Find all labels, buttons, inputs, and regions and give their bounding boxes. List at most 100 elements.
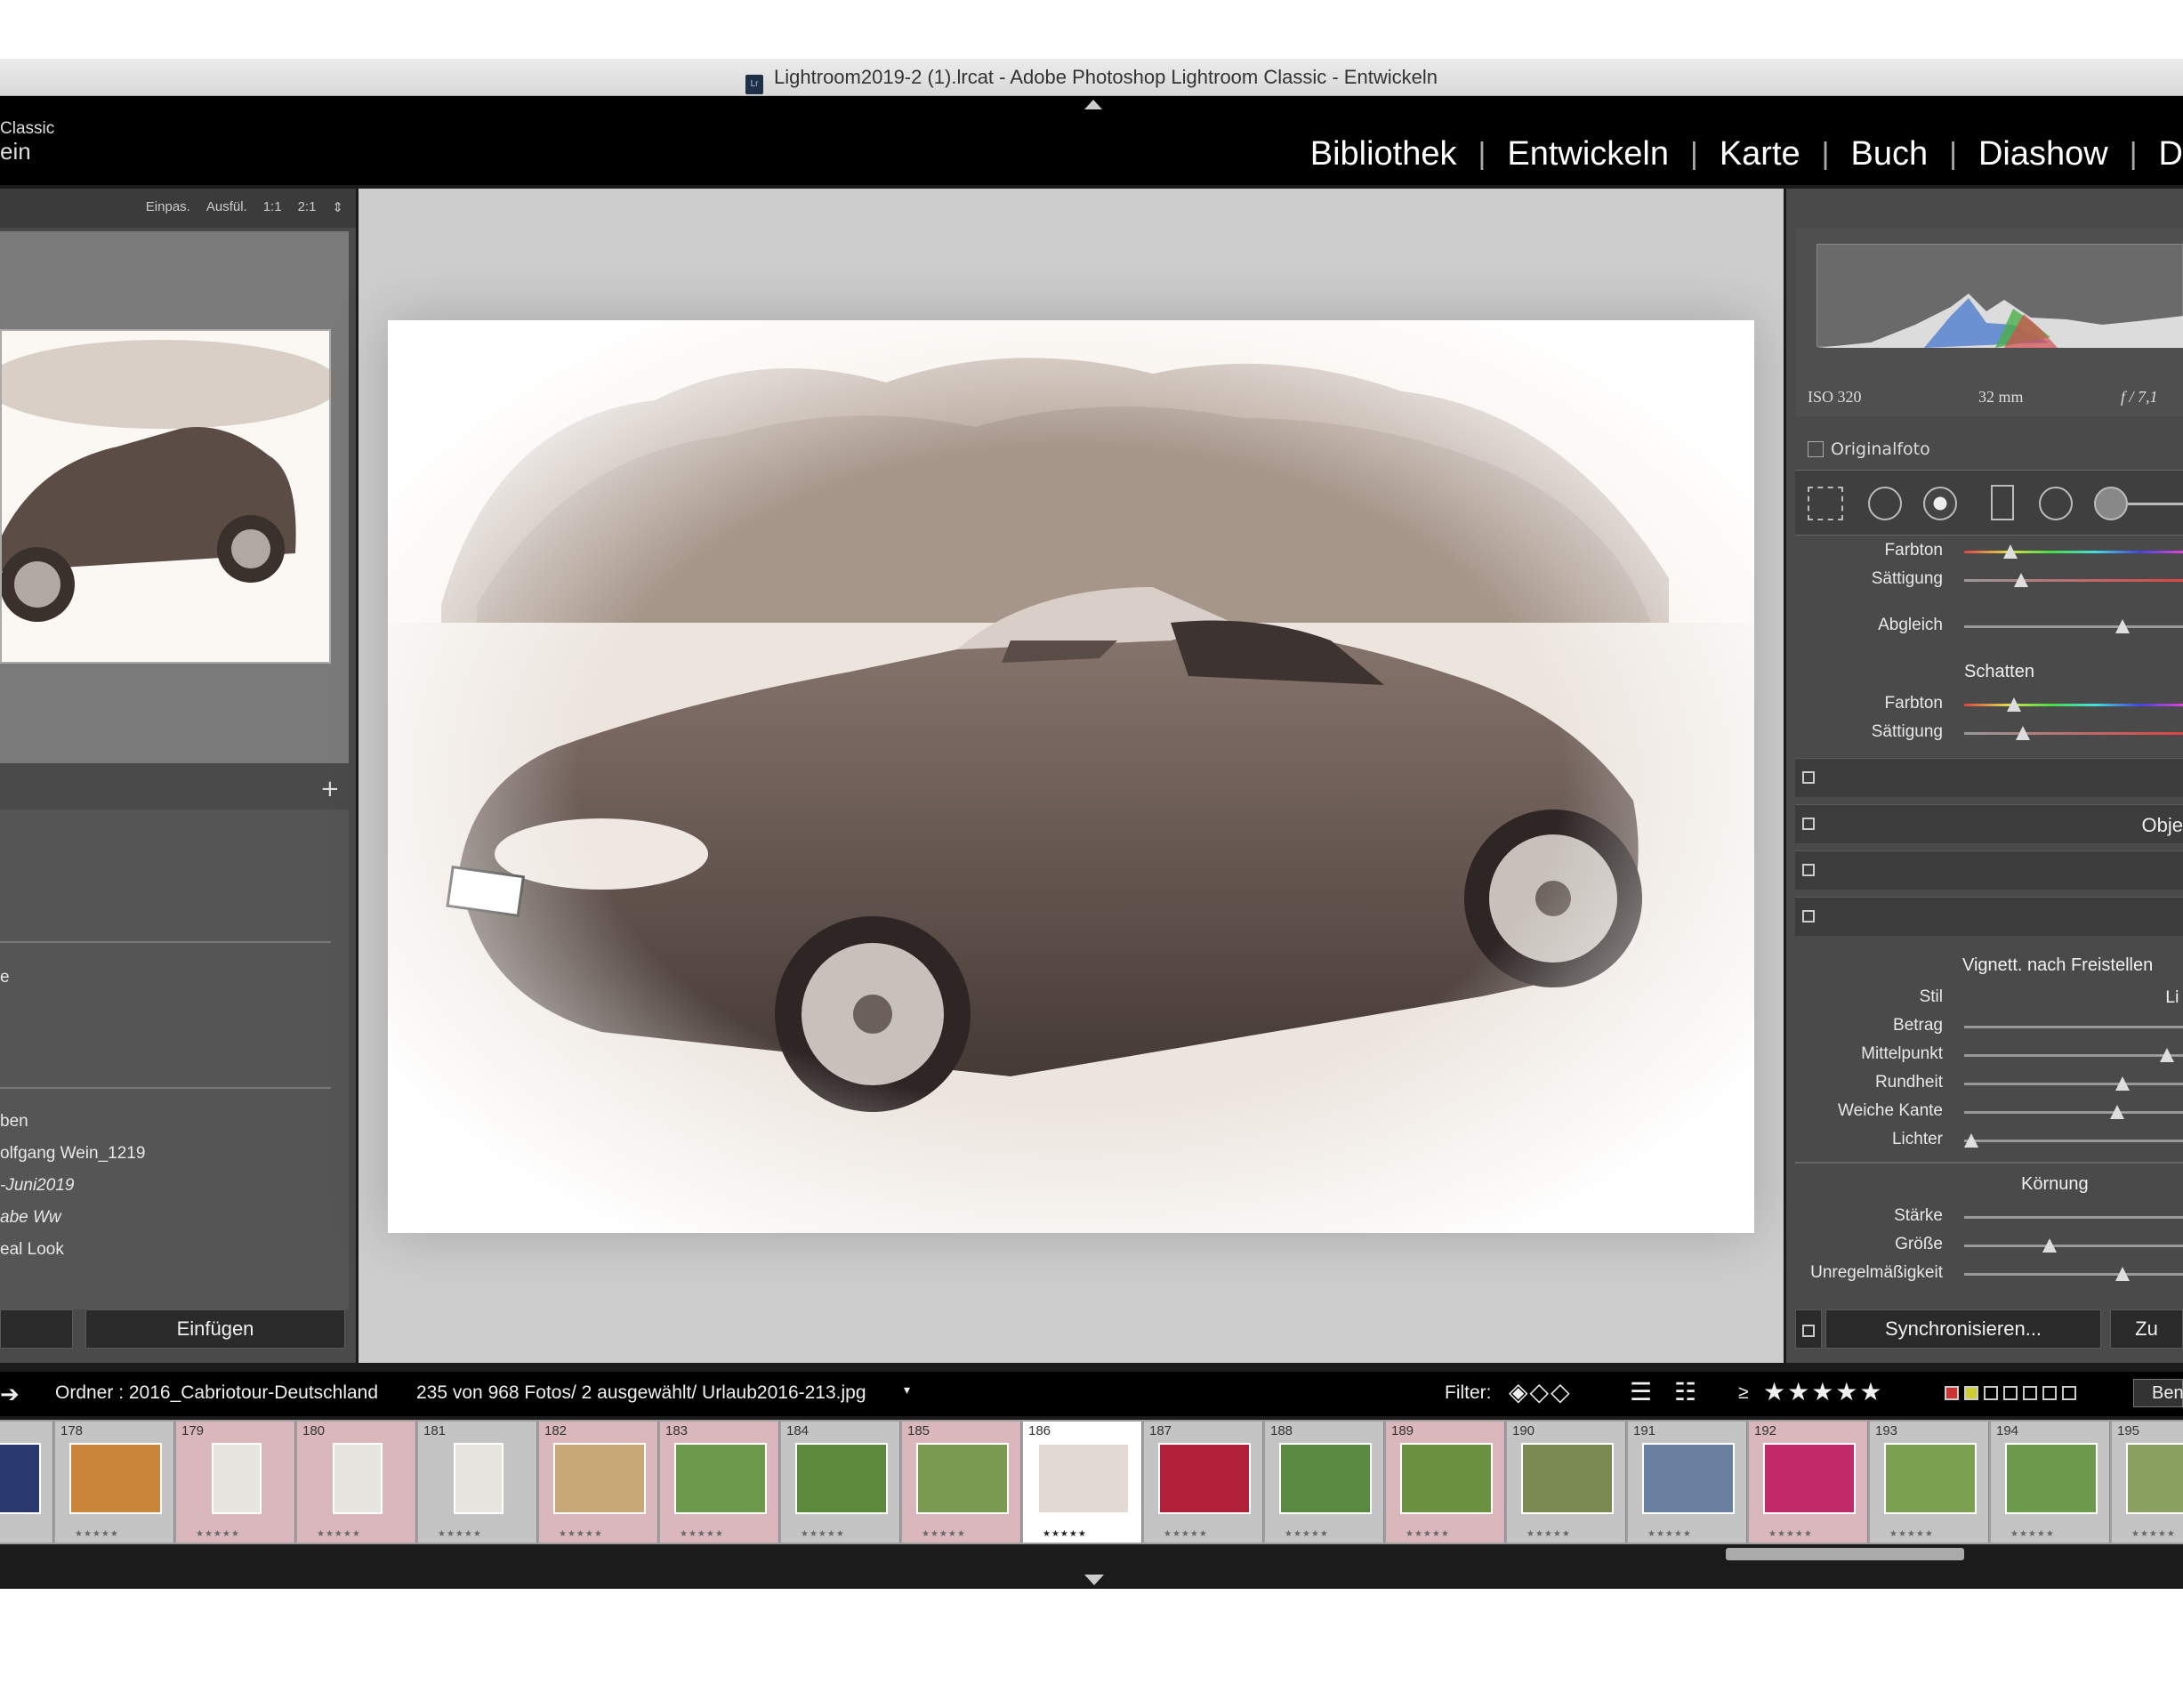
frame-rating-stars[interactable]: ★★★★★	[1164, 1529, 1208, 1539]
color-filter-red-icon[interactable]	[1945, 1386, 1959, 1400]
color-filter-custom-icon[interactable]	[2042, 1386, 2057, 1400]
slider-thumb[interactable]	[2115, 1267, 2130, 1281]
frame-thumbnail[interactable]	[454, 1443, 503, 1514]
filmstrip-frame[interactable]: 185 ★★★★★	[902, 1422, 1021, 1543]
color-filter-none-icon[interactable]	[2062, 1386, 2076, 1400]
preset-item[interactable]: -Juni2019	[0, 1176, 74, 1196]
navigator-thumbnail[interactable]	[0, 329, 331, 664]
frame-rating-stars[interactable]: ★★★★★	[2010, 1529, 2055, 1539]
frame-rating-stars[interactable]: ★★★★★	[680, 1529, 724, 1539]
frame-rating-stars[interactable]: ★★★★★	[317, 1529, 361, 1539]
frame-thumbnail[interactable]	[0, 1443, 41, 1514]
copy-button[interactable]	[0, 1309, 73, 1349]
frame-thumbnail[interactable]	[2005, 1443, 2098, 1514]
slider-track[interactable]	[1964, 625, 2183, 628]
filmstrip-frame[interactable]: 193 ★★★★★	[1870, 1422, 1989, 1543]
sync-button[interactable]: Synchronisieren...	[1825, 1309, 2101, 1349]
frame-rating-stars[interactable]: ★★★★★	[1043, 1529, 1087, 1539]
vignette-style-value[interactable]: Li	[2165, 987, 2179, 1007]
slider-thumb[interactable]	[2003, 544, 2018, 559]
frame-thumbnail[interactable]	[553, 1443, 646, 1514]
rating-operator[interactable]: ≥	[1738, 1382, 1749, 1404]
source-dropdown-icon[interactable]: ▾	[904, 1382, 910, 1398]
slider-track[interactable]	[1964, 704, 2183, 706]
filmstrip-frame[interactable]: 188 ★★★★★	[1265, 1422, 1384, 1543]
slider-track[interactable]	[1964, 732, 2183, 735]
module-book[interactable]: Buch	[1851, 135, 1929, 173]
grain-size-slider[interactable]: Größe	[1786, 1231, 2183, 1260]
adjustment-brush-icon[interactable]	[2094, 487, 2128, 520]
slider-thumb[interactable]	[2007, 697, 2021, 712]
zoom-2-1[interactable]: 2:1	[298, 199, 317, 215]
filmstrip-frame[interactable]: 182 ★★★★★	[539, 1422, 658, 1543]
rating-filter-stars[interactable]: ★★★★★	[1763, 1377, 1884, 1406]
vignette-style-row[interactable]: Stil Li	[1786, 984, 2183, 1012]
frame-thumbnail[interactable]	[1763, 1443, 1856, 1514]
flag-filter-icons[interactable]: ◈◇◇	[1509, 1377, 1572, 1406]
frame-thumbnail[interactable]	[333, 1443, 383, 1514]
filmstrip-frame[interactable]: 190 ★★★★★	[1507, 1422, 1626, 1543]
frame-thumbnail[interactable]	[1400, 1443, 1493, 1514]
filmstrip-frame[interactable]: 179 ★★★★★	[176, 1422, 295, 1543]
frame-rating-stars[interactable]: ★★★★★	[559, 1529, 603, 1539]
highlights-saturation-slider[interactable]: Sättigung	[1786, 566, 2183, 594]
frame-thumbnail[interactable]	[1279, 1443, 1372, 1514]
slider-thumb[interactable]	[2042, 1238, 2057, 1253]
slider-track[interactable]	[1964, 1111, 2183, 1114]
frame-thumbnail[interactable]	[2126, 1443, 2183, 1514]
zoom-stepper-icon[interactable]: ⇕	[332, 199, 343, 215]
preset-item[interactable]: abe Ww	[0, 1208, 61, 1228]
forward-arrow-icon[interactable]: ➔	[0, 1381, 20, 1408]
panel-toggle-icon[interactable]	[1802, 910, 1815, 922]
collapsed-panel-3[interactable]	[1795, 850, 2183, 890]
spot-removal-tool-icon[interactable]	[1868, 487, 1902, 520]
balance-slider[interactable]: Abgleich	[1786, 612, 2183, 640]
slider-track[interactable]	[1964, 1054, 2183, 1057]
frame-rating-stars[interactable]: ★★★★★	[1768, 1529, 1813, 1539]
frame-rating-stars[interactable]: ★★★★★	[1647, 1529, 1692, 1539]
slider-track[interactable]	[1964, 1245, 2183, 1247]
slider-track[interactable]	[1964, 1026, 2183, 1028]
frame-rating-stars[interactable]: ★★★★★	[922, 1529, 966, 1539]
paste-button[interactable]: Einfügen	[85, 1309, 345, 1349]
filmstrip-frame[interactable]: 187 ★★★★★	[1144, 1422, 1263, 1543]
filter-preset-dropdown[interactable]: Ben	[2133, 1379, 2183, 1407]
frame-rating-stars[interactable]: ★★★★★	[1285, 1529, 1329, 1539]
collapse-top-panel-icon[interactable]	[1084, 100, 1102, 109]
filmstrip-source[interactable]: Ordner : 2016_Cabriotour-Deutschland	[55, 1382, 378, 1404]
frame-rating-stars[interactable]: ★★★★★	[75, 1529, 119, 1539]
module-print-partial[interactable]: D	[2159, 135, 2183, 173]
preset-item[interactable]: olfgang Wein_1219	[0, 1144, 145, 1164]
reset-button[interactable]: Zu	[2110, 1309, 2183, 1349]
filmstrip-frame[interactable]: 186 ★★★★★	[1023, 1422, 1142, 1543]
module-develop[interactable]: Entwickeln	[1507, 135, 1669, 173]
filmstrip-frame[interactable]: 189 ★★★★★	[1386, 1422, 1505, 1543]
sync-mode-toggle[interactable]	[1795, 1309, 1822, 1349]
unedited-filter-icon[interactable]: ☷	[1674, 1377, 1696, 1406]
vignette-highlights-slider[interactable]: Lichter	[1786, 1126, 2183, 1155]
preset-item[interactable]: eal Look	[0, 1240, 64, 1260]
vignette-feather-slider[interactable]: Weiche Kante	[1786, 1098, 2183, 1126]
frame-thumbnail[interactable]	[1037, 1443, 1130, 1514]
filmstrip-info[interactable]: 235 von 968 Fotos/ 2 ausgewählt/ Urlaub2…	[416, 1382, 866, 1404]
red-eye-tool-icon[interactable]	[1923, 487, 1957, 520]
collapsed-panel-objective[interactable]: Obje	[1795, 804, 2183, 843]
vignette-midpoint-slider[interactable]: Mittelpunkt	[1786, 1041, 2183, 1069]
shadows-hue-slider[interactable]: Farbton	[1786, 690, 2183, 719]
vignette-amount-slider[interactable]: Betrag	[1786, 1012, 2183, 1041]
radial-filter-icon[interactable]	[2039, 487, 2073, 520]
color-filter-yellow-icon[interactable]	[1964, 1386, 1978, 1400]
filmstrip-frame[interactable]: 178 ★★★★★	[55, 1422, 174, 1543]
crop-tool-icon[interactable]	[1808, 487, 1843, 520]
frame-rating-stars[interactable]: ★★★★★	[1889, 1529, 1934, 1539]
collapsed-panel-1[interactable]	[1795, 758, 2183, 797]
zoom-fill[interactable]: Ausfül.	[206, 199, 247, 215]
color-filter-green-icon[interactable]	[1984, 1386, 1998, 1400]
vignette-roundness-slider[interactable]: Rundheit	[1786, 1069, 2183, 1098]
slider-track[interactable]	[1964, 551, 2183, 553]
filmstrip-frame[interactable]: 194 ★★★★★	[1991, 1422, 2110, 1543]
frame-thumbnail[interactable]	[212, 1443, 262, 1514]
frame-thumbnail[interactable]	[1521, 1443, 1614, 1514]
panel-toggle-icon[interactable]	[1802, 818, 1815, 830]
filmstrip-frame[interactable]: 191 ★★★★★	[1628, 1422, 1747, 1543]
